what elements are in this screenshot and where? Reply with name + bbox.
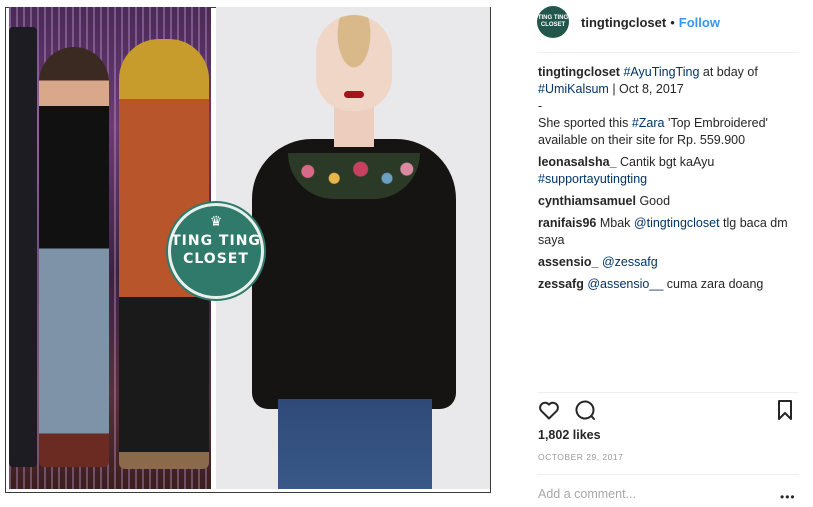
tingtingcloset-watermark: ♛ TING TING CLOSET xyxy=(168,203,264,299)
likes-count[interactable]: 1,802 likes xyxy=(538,428,601,442)
post-header: TING TING CLOSET tingtingcloset • Follow xyxy=(537,2,799,42)
comment-username[interactable]: assensio_ xyxy=(538,255,598,269)
follow-button[interactable]: Follow xyxy=(679,15,720,30)
hashtag-link[interactable]: #AyuTingTing xyxy=(623,65,699,79)
comment-text: Mbak xyxy=(599,216,634,230)
caption-text: She sported this xyxy=(538,116,632,130)
comment-username[interactable]: leonasalsha_ xyxy=(538,155,617,169)
avatar[interactable]: TING TING CLOSET xyxy=(537,6,569,38)
crown-icon: ♛ xyxy=(209,214,223,230)
comment-text: Good xyxy=(639,194,671,208)
post-actions xyxy=(537,398,799,424)
actions-divider xyxy=(537,392,799,393)
model-lips xyxy=(344,91,364,98)
caption-text: - xyxy=(538,99,543,113)
mention-link[interactable]: @assensio__ xyxy=(587,277,663,291)
watermark-line1: TING TING xyxy=(171,233,261,249)
comment-username[interactable]: zessafg xyxy=(538,277,584,291)
watermark-line2: CLOSET xyxy=(183,251,249,267)
bookmark-icon[interactable] xyxy=(773,398,797,422)
comment-username[interactable]: cynthiamsamuel xyxy=(538,194,636,208)
person-ayu xyxy=(39,47,109,467)
hashtag-link[interactable]: #UmiKalsum xyxy=(538,82,609,96)
comment-text: Cantik bgt kaAyu xyxy=(620,155,715,169)
comment-item: zessafg @assensio__ cuma zara doang xyxy=(538,276,796,293)
mention-link[interactable]: @zessafg xyxy=(602,255,658,269)
mention-link[interactable]: @tingtingcloset xyxy=(634,216,720,230)
comment-text: cuma zara doang xyxy=(663,277,764,291)
hashtag-link[interactable]: #supportayutingting xyxy=(538,172,647,186)
comment-bubble-icon[interactable] xyxy=(573,398,597,422)
comment-item: cynthiamsamuel Good xyxy=(538,193,796,210)
add-comment-input[interactable] xyxy=(538,487,758,501)
header-divider xyxy=(537,52,799,53)
avatar-line1: TING TING xyxy=(537,15,569,21)
more-options-icon[interactable]: ••• xyxy=(780,490,796,504)
caption-text: at bday of xyxy=(699,65,758,79)
hashtag-link[interactable]: #Zara xyxy=(632,116,665,130)
person-edge xyxy=(9,27,37,467)
avatar-line2: CLOSET xyxy=(540,22,566,28)
header-username[interactable]: tingtingcloset xyxy=(581,15,666,30)
comment-username[interactable]: ranifais96 xyxy=(538,216,596,230)
header-separator: • xyxy=(670,14,675,30)
comment-divider xyxy=(537,474,799,475)
caption-username[interactable]: tingtingcloset xyxy=(538,65,620,79)
caption: tingtingcloset #AyuTingTing at bday of #… xyxy=(538,64,796,149)
comment-item: leonasalsha_ Cantik bgt kaAyu #supportay… xyxy=(538,154,796,188)
model-neck xyxy=(334,107,374,147)
comment-item: assensio_ @zessafg xyxy=(538,254,796,271)
post-date[interactable]: OCTOBER 29, 2017 xyxy=(538,452,623,462)
comment-item: ranifais96 Mbak @tingtingcloset tlg baca… xyxy=(538,215,796,249)
heart-icon[interactable] xyxy=(537,398,561,422)
caption-text: | Oct 8, 2017 xyxy=(608,82,684,96)
comments-list: tingtingcloset #AyuTingTing at bday of #… xyxy=(538,64,796,298)
jeans xyxy=(278,399,432,489)
